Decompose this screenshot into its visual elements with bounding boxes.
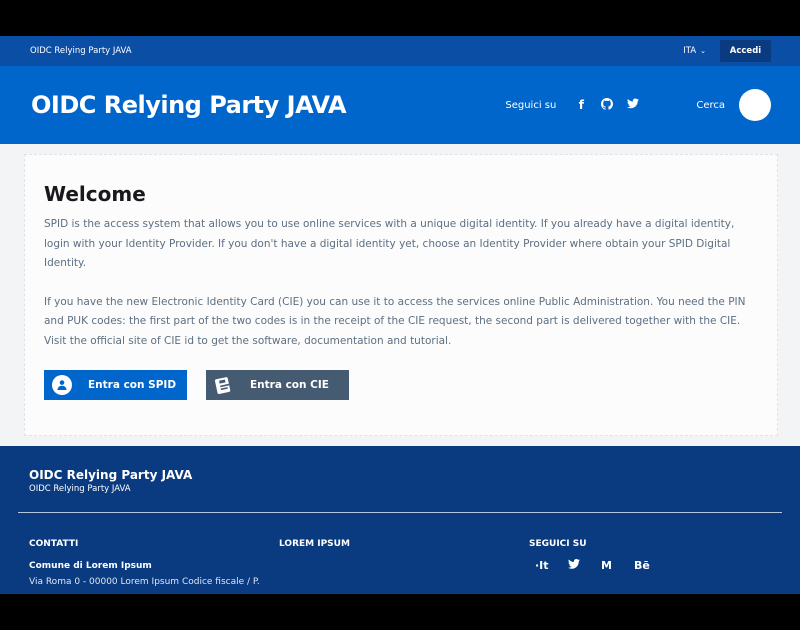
page-title: Welcome [44, 182, 146, 206]
slim-brand-link[interactable]: OIDC Relying Party JAVA [30, 46, 132, 56]
header-socials: Seguici su f [505, 97, 646, 113]
login-button[interactable]: Accedi [720, 40, 771, 62]
chevron-down-icon: ⌄ [700, 47, 706, 55]
cie-button-label: Entra con CIE [250, 379, 329, 391]
spid-login-button[interactable]: Entra con SPID [44, 370, 187, 400]
social-heading: SEGUICI SU [529, 539, 587, 549]
page: OIDC Relying Party JAVA ITA ⌄ Accedi OID… [0, 36, 800, 594]
center-header: OIDC Relying Party JAVA Seguici su f Cer… [0, 66, 800, 144]
welcome-card: Welcome SPID is the access system that a… [24, 154, 778, 436]
slim-header-actions: ITA ⌄ Accedi [683, 40, 771, 62]
search-label: Cerca [696, 99, 725, 111]
contacts-address: Via Roma 0 - 00000 Lorem Ipsum Codice fi… [29, 577, 260, 587]
footer-title: OIDC Relying Party JAVA [29, 468, 193, 482]
cie-description: If you have the new Electronic Identity … [44, 295, 746, 347]
contacts-heading: CONTATTI [29, 539, 79, 549]
footer-divider [18, 512, 782, 513]
footer-contacts: CONTATTI Comune di Lorem Ipsum Via Roma … [29, 539, 279, 587]
github-icon[interactable] [600, 97, 614, 113]
footer-lorem: LOREM IPSUM [279, 539, 529, 587]
contacts-name: Comune di Lorem Ipsum [29, 561, 152, 571]
medium-icon[interactable]: M [595, 559, 628, 572]
login-buttons: Entra con SPID Entra con CIE [44, 370, 757, 400]
spid-description: SPID is the access system that allows yo… [44, 218, 735, 269]
footer-subtitle: OIDC Relying Party JAVA [29, 484, 131, 494]
cie-login-button[interactable]: Entra con CIE [206, 370, 349, 400]
footer-social: SEGUICI SU ·It M Bē [529, 539, 779, 587]
footer: OIDC Relying Party JAVA OIDC Relying Par… [0, 446, 800, 594]
slim-header: OIDC Relying Party JAVA ITA ⌄ Accedi [0, 36, 800, 66]
language-label: ITA [683, 46, 697, 56]
footer-social-icons: ·It M Bē [529, 559, 779, 572]
user-icon [52, 375, 72, 395]
lorem-heading: LOREM IPSUM [279, 539, 350, 549]
search-area[interactable]: Cerca [696, 89, 771, 121]
site-title[interactable]: OIDC Relying Party JAVA [31, 91, 505, 119]
cie-card-icon [214, 375, 234, 395]
behance-icon[interactable]: Bē [628, 559, 661, 572]
footer-columns: CONTATTI Comune di Lorem Ipsum Via Roma … [18, 539, 782, 587]
main-content: Welcome SPID is the access system that a… [0, 144, 800, 446]
twitter-icon[interactable] [626, 98, 640, 112]
facebook-icon[interactable]: f [574, 98, 588, 112]
twitter-icon[interactable] [562, 559, 595, 572]
designers-italia-icon[interactable]: ·It [529, 559, 562, 572]
search-button[interactable] [739, 89, 771, 121]
spid-button-label: Entra con SPID [88, 379, 177, 391]
language-selector[interactable]: ITA ⌄ [683, 46, 706, 56]
follow-label: Seguici su [505, 99, 557, 111]
